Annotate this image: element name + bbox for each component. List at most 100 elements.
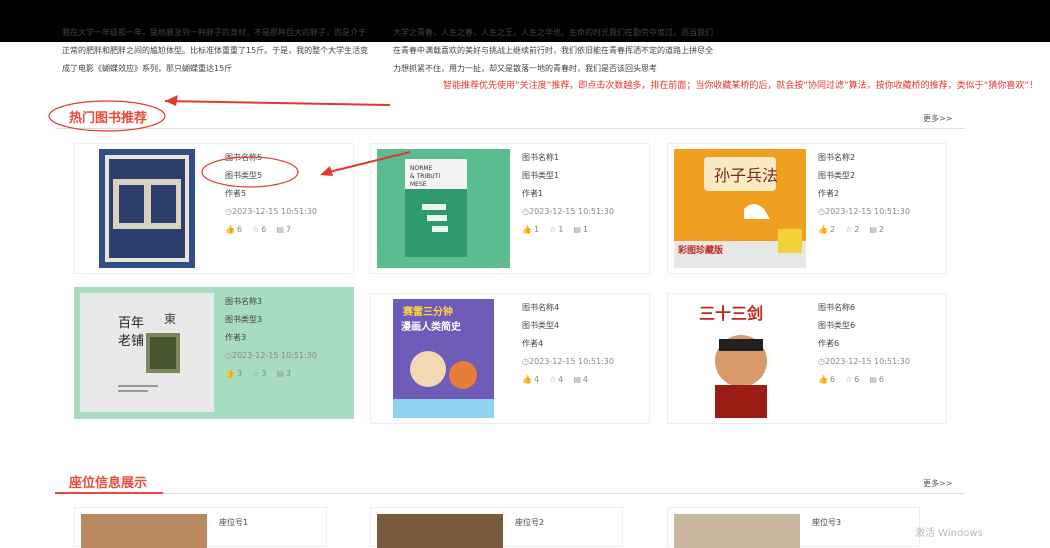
svg-text:彩图珍藏版: 彩图珍藏版 (677, 244, 723, 256)
svg-text:& TRIBUTI: & TRIBUTI (410, 173, 440, 180)
book-cover-art (105, 155, 189, 262)
book-cover-6[interactable]: 三十三剑 (695, 299, 786, 418)
seat-card-2[interactable] (370, 507, 623, 548)
book-stats: 👍 3 ☆ 3 ▤ 3 (225, 365, 317, 383)
like-count: 3 (236, 369, 243, 378)
clock-icon: ◷ (818, 357, 825, 366)
comment-icon[interactable]: ▤ (869, 371, 877, 389)
book-author: 作者6 (818, 339, 840, 348)
clock-icon: ◷ (522, 207, 529, 216)
book-stats: 👍 4 ☆ 4 ▤ 4 (522, 371, 614, 389)
seat-image[interactable] (377, 514, 503, 548)
section-title-underline (55, 492, 163, 494)
book-name[interactable]: 图书名称1 (522, 149, 614, 167)
book-cover-3[interactable]: 百年 老铺 東 (80, 293, 214, 412)
section-title-seats: 座位信息展示 (69, 476, 148, 491)
thumbs-up-icon[interactable]: 👍 (522, 221, 532, 239)
thumbs-up-icon[interactable]: 👍 (225, 365, 235, 383)
more-link-books[interactable]: 更多>> (923, 113, 952, 124)
book-author: 作者4 (522, 339, 544, 348)
thumbs-up-icon[interactable]: 👍 (818, 371, 828, 389)
svg-text:老铺: 老铺 (118, 334, 144, 349)
comment-icon[interactable]: ▤ (869, 221, 877, 239)
svg-text:MESE: MESE (410, 181, 427, 188)
book-stats: 👍 1 ☆ 1 ▤ 1 (522, 221, 614, 239)
svg-text:東: 東 (164, 312, 176, 326)
seat-image[interactable] (674, 514, 800, 548)
comment-icon[interactable]: ▤ (276, 365, 284, 383)
fav-count: 3 (261, 369, 267, 378)
comment-count: 1 (582, 225, 588, 234)
book-time: ◷2023-12-15 10:51:30 (818, 203, 910, 221)
annotation-text: 智能推荐优先使用“关注度”推荐，即点击次数越多，排在前面；当你收藏某桥的后，就会… (443, 81, 1038, 91)
seat-label: 座位号2 (515, 518, 545, 527)
seat-image[interactable] (81, 514, 207, 548)
book-time: ◷2023-12-15 10:51:30 (522, 353, 614, 371)
fav-count: 4 (558, 375, 564, 384)
comment-count: 4 (582, 375, 588, 384)
star-icon[interactable]: ☆ (252, 365, 259, 383)
book-name[interactable]: 图书名称6 (818, 299, 910, 317)
comment-count: 3 (285, 369, 291, 378)
thumbs-up-icon[interactable]: 👍 (522, 371, 532, 389)
fav-count: 6 (854, 375, 860, 384)
book-cover-4[interactable]: 赛雷三分钟 漫画人类简史 (393, 299, 494, 418)
book-name[interactable]: 图书名称5 (225, 149, 317, 167)
svg-text:赛雷三分钟: 赛雷三分钟 (402, 305, 453, 318)
fav-count: 1 (558, 225, 564, 234)
book-cover-1[interactable]: NORME & TRIBUTI MESE (377, 149, 510, 268)
book-cover-art: 赛雷三分钟 漫画人类简史 (393, 299, 494, 418)
book-type: 图书类型2 (818, 171, 856, 180)
more-link-seats[interactable]: 更多>> (923, 478, 952, 489)
star-icon[interactable]: ☆ (252, 221, 259, 239)
star-icon[interactable]: ☆ (845, 371, 852, 389)
svg-text:孙子兵法: 孙子兵法 (714, 166, 778, 185)
thumbs-up-icon[interactable]: 👍 (225, 221, 235, 239)
book-info-3: 图书名称3 图书类型3 作者3 ◷2023-12-15 10:51:30 👍 3 … (225, 293, 317, 383)
book-type: 图书类型1 (522, 171, 560, 180)
book-cover-5[interactable] (99, 149, 195, 268)
book-name[interactable]: 图书名称3 (225, 293, 317, 311)
book-info-5: 图书名称5 图书类型5 作者5 ◷2023-12-15 10:51:30 👍 6 … (225, 149, 317, 239)
like-count: 6 (236, 225, 243, 234)
comment-count: 7 (285, 225, 291, 234)
book-cover-art: NORME & TRIBUTI MESE (405, 159, 467, 257)
book-author: 作者1 (522, 189, 544, 198)
seat-card-1[interactable] (74, 507, 327, 548)
clock-icon: ◷ (522, 357, 529, 366)
fav-count: 6 (261, 225, 267, 234)
seat-card-3[interactable] (667, 507, 920, 548)
like-count: 6 (829, 375, 836, 384)
like-count: 2 (829, 225, 836, 234)
comment-count: 6 (878, 375, 884, 384)
svg-text:三十三剑: 三十三剑 (699, 304, 763, 323)
thumbs-up-icon[interactable]: 👍 (818, 221, 828, 239)
comment-icon[interactable]: ▤ (573, 371, 581, 389)
star-icon[interactable]: ☆ (549, 221, 556, 239)
section-title-hot-books: 热门图书推荐 (69, 111, 148, 126)
comment-icon[interactable]: ▤ (276, 221, 284, 239)
book-time: ◷2023-12-15 10:51:30 (225, 203, 317, 221)
seat-label: 座位号3 (812, 518, 842, 527)
book-author: 作者5 (225, 189, 247, 198)
comment-count: 2 (878, 225, 884, 234)
book-author: 作者2 (818, 189, 840, 198)
book-type: 图书类型4 (522, 321, 560, 330)
clock-icon: ◷ (225, 207, 232, 216)
star-icon[interactable]: ☆ (845, 221, 852, 239)
book-time: ◷2023-12-15 10:51:30 (522, 203, 614, 221)
book-stats: 👍 6 ☆ 6 ▤ 7 (225, 221, 317, 239)
book-name[interactable]: 图书名称2 (818, 149, 910, 167)
book-info-1: 图书名称1 图书类型1 作者1 ◷2023-12-15 10:51:30 👍 1 … (522, 149, 614, 239)
book-cover-art: 百年 老铺 東 (118, 312, 180, 392)
book-name[interactable]: 图书名称4 (522, 299, 614, 317)
arrow-head-icon (165, 95, 178, 106)
comment-icon[interactable]: ▤ (573, 221, 581, 239)
book-cover-2[interactable]: 孙子兵法 彩图珍藏版 (674, 149, 806, 268)
svg-text:NORME: NORME (410, 165, 433, 172)
star-icon[interactable]: ☆ (549, 371, 556, 389)
book-cover-art: 孙子兵法 彩图珍藏版 (674, 157, 806, 268)
windows-activation-watermark: 激活 Windows (915, 528, 983, 539)
book-type: 图书类型5 (225, 171, 263, 180)
book-type: 图书类型3 (225, 315, 263, 324)
